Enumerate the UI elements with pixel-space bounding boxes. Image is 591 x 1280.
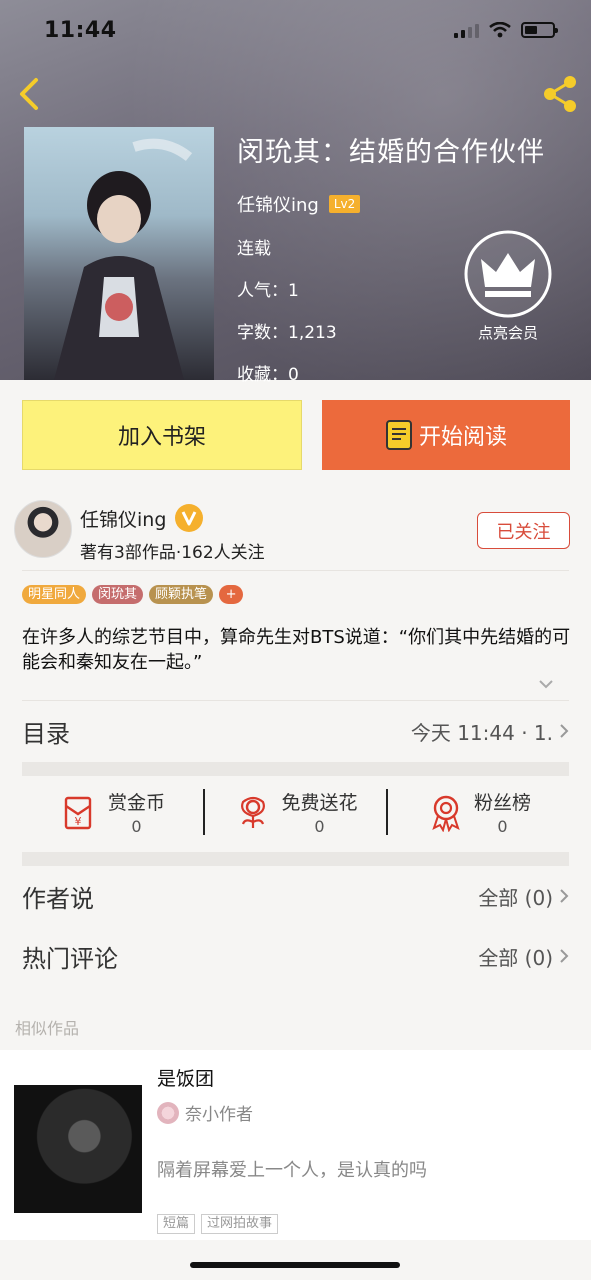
crown-icon[interactable] (463, 229, 553, 319)
similar-tag[interactable]: 短篇 (157, 1214, 196, 1234)
book-favorites: 收藏：0 (237, 365, 299, 385)
stat-fans[interactable]: 粉丝榜 0 (388, 782, 569, 842)
medal-icon (432, 795, 460, 832)
similar-book-desc: 隔着屏幕爱上一个人，是认真的吗 (157, 1160, 427, 1181)
author-says-label: 作者说 (22, 884, 94, 913)
section-separator (22, 852, 569, 866)
vip-label[interactable]: 点亮会员 (463, 322, 553, 343)
divider (22, 570, 569, 571)
stat-fans-label: 粉丝榜 (473, 792, 531, 814)
follow-button[interactable]: 已关注 (477, 512, 570, 549)
similar-book-card[interactable]: 是饭团 奈小作者 隔着屏幕爱上一个人，是认真的吗 短篇 过网拍故事 (0, 1050, 591, 1240)
signal-icon (454, 22, 479, 38)
add-to-shelf-label: 加入书架 (117, 425, 206, 450)
book-cover[interactable] (24, 127, 214, 380)
stat-reward-label: 赏金币 (107, 792, 165, 814)
red-envelope-icon: ¥ (64, 796, 92, 830)
divider (22, 700, 569, 701)
similar-section-label: 相似作品 (15, 1019, 80, 1038)
back-icon[interactable] (14, 76, 44, 112)
catalog-latest-text: 今天 11:44 · 1. (410, 720, 553, 745)
book-author-name[interactable]: 任锦仪ing (237, 191, 319, 217)
hot-comments-count: 全部 (0) (478, 945, 553, 970)
share-icon[interactable] (541, 74, 579, 114)
flower-icon (241, 796, 266, 828)
status-bar: 11:44 (44, 18, 558, 48)
similar-author-name: 奈小作者 (185, 1105, 253, 1125)
book-author[interactable]: 任锦仪ing Lv2 (237, 191, 545, 217)
status-time: 11:44 (44, 18, 117, 43)
hot-comments-row[interactable]: 热门评论 全部 (0) (22, 936, 569, 976)
stat-reward[interactable]: ¥ 赏金币 0 (22, 782, 203, 842)
start-reading-button[interactable]: 开始阅读 (322, 400, 570, 470)
similar-book-author[interactable]: 奈小作者 (157, 1100, 253, 1125)
section-separator (22, 762, 569, 776)
add-to-shelf-button[interactable]: 加入书架 (22, 400, 302, 470)
book-title: 闵玧其：结婚的合作伙伴 (237, 137, 545, 168)
stat-reward-value: 0 (131, 817, 142, 836)
home-indicator[interactable] (190, 1262, 400, 1268)
status-icons (454, 22, 558, 38)
stat-fans-value: 0 (497, 817, 508, 836)
author-name[interactable]: 任锦仪ing (80, 505, 166, 532)
author-says-count: 全部 (0) (478, 885, 553, 910)
stat-flower-label: 免费送花 (281, 792, 358, 814)
catalog-row[interactable]: 目录 今天 11:44 · 1. (22, 711, 569, 751)
chevron-right-icon (560, 949, 569, 963)
level-badge: Lv2 (328, 195, 361, 213)
similar-book-thumbnail[interactable] (14, 1085, 142, 1213)
tag-item[interactable]: 明星同人 (22, 585, 87, 604)
stats-bar: ¥ 赏金币 0 免费送花 0 粉丝榜 0 (22, 782, 569, 842)
cover-figure (54, 138, 193, 380)
book-summary: 在许多人的综艺节目中，算命先生对BTS说道：“你们其中先结婚的可能会和秦知友在一… (22, 627, 571, 673)
verified-badge-icon (175, 504, 204, 532)
stat-flower[interactable]: 免费送花 0 (205, 782, 386, 842)
tag-item[interactable]: 闵玧其 (92, 585, 144, 604)
stat-flower-value: 0 (314, 817, 325, 836)
author-stats: 著有3部作品·162人关注 (80, 543, 265, 563)
similar-book-title[interactable]: 是饭团 (157, 1064, 214, 1091)
follow-label: 已关注 (496, 521, 551, 543)
chevron-right-icon (560, 889, 569, 903)
author-says-all: 全部 (0) (478, 882, 569, 911)
hot-comments-label: 热门评论 (22, 944, 118, 973)
expand-chevron-icon[interactable] (538, 678, 554, 690)
similar-tag[interactable]: 过网拍故事 (201, 1214, 279, 1234)
author-avatar[interactable] (14, 500, 72, 558)
catalog-latest: 今天 11:44 · 1. (411, 717, 569, 746)
battery-icon (521, 22, 558, 38)
similar-author-avatar (157, 1101, 179, 1124)
chevron-right-icon (560, 724, 569, 738)
add-tag-button[interactable]: + (219, 585, 244, 604)
tag-item[interactable]: 顾颖执笔 (149, 585, 214, 604)
book-icon (385, 420, 412, 450)
start-reading-label: 开始阅读 (418, 425, 507, 450)
author-says-row[interactable]: 作者说 全部 (0) (22, 876, 569, 916)
wifi-icon (489, 22, 511, 38)
tag-list: 明星同人 闵玧其 顾颖执笔 + (22, 585, 244, 604)
author-name-row[interactable]: 任锦仪ing (80, 503, 204, 533)
hot-comments-all: 全部 (0) (478, 942, 569, 971)
catalog-label: 目录 (22, 719, 70, 748)
similar-book-tags: 短篇 过网拍故事 (157, 1214, 279, 1234)
svg-text:¥: ¥ (74, 815, 81, 828)
